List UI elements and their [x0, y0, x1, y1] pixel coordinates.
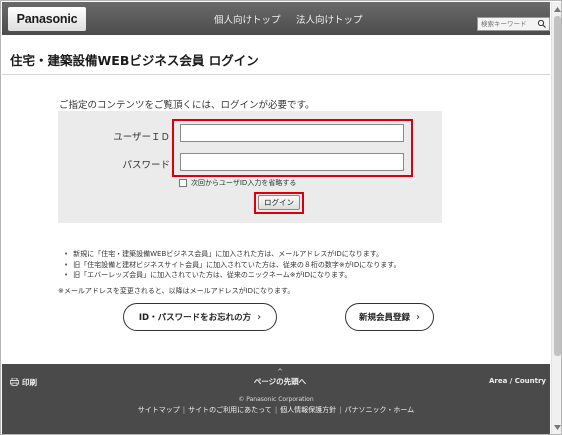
chevron-up-icon: ^	[277, 368, 283, 376]
vertical-scrollbar[interactable]	[551, 2, 561, 434]
password-input[interactable]	[180, 153, 404, 171]
separator: |	[274, 406, 278, 414]
footer-link-terms[interactable]: サイトのご利用にあたって	[188, 406, 272, 414]
area-country-link[interactable]: Area / Country	[489, 377, 546, 385]
list-item: 新規に「住宅・建築設備WEBビジネス会員」に加入された方は、メールアドレスがID…	[64, 249, 401, 260]
browser-page: Panasonic 個人向けトップ 法人向けトップ 住宅・建築設備WEBビジネス…	[0, 0, 562, 435]
chevron-right-icon: ›	[416, 311, 420, 323]
nav-corporate-top[interactable]: 法人向けトップ	[296, 12, 363, 26]
page-title: 住宅・建築設備WEBビジネス会員 ログイン	[10, 53, 259, 68]
title-divider	[2, 74, 550, 75]
site-footer: 印刷 ^ ページの先頭へ Area / Country © Panasonic …	[2, 364, 550, 434]
remember-id-option[interactable]: 次回からユーザID入力を省略する	[179, 178, 296, 188]
nav-personal-top[interactable]: 個人向けトップ	[214, 12, 281, 26]
scroll-down-arrow[interactable]	[553, 423, 561, 432]
password-label: パスワード	[122, 160, 170, 171]
login-button[interactable]: ログイン	[258, 195, 300, 210]
search-input[interactable]	[478, 18, 536, 30]
footer-links: サイトマップ | サイトのご利用にあたって | 個人情報保護方針 | パナソニック・ホーム	[2, 405, 550, 415]
scroll-thumb[interactable]	[554, 16, 561, 356]
back-to-top-label: ページの先頭へ	[253, 377, 307, 386]
footer-link-sitemap[interactable]: サイトマップ	[138, 406, 180, 414]
remember-id-checkbox[interactable]	[179, 179, 187, 187]
userid-label: ユーザーＩＤ	[113, 132, 170, 143]
list-item: 旧「エバーレッズ会員」に加入されていた方は、従来のニックネーム※がIDになります…	[64, 270, 401, 281]
separator: |	[339, 406, 342, 414]
forgot-credentials-label: ID・パスワードをお忘れの方	[138, 313, 252, 323]
remember-id-label: 次回からユーザID入力を省略する	[191, 179, 297, 187]
forgot-credentials-button[interactable]: ID・パスワードをお忘れの方 ›	[123, 303, 277, 331]
search-icon[interactable]	[536, 18, 548, 30]
print-link[interactable]: 印刷	[10, 377, 37, 388]
scroll-up-arrow[interactable]	[553, 5, 561, 14]
footer-link-privacy[interactable]: 個人情報保護方針	[280, 406, 336, 414]
userid-input[interactable]	[180, 124, 404, 142]
id-notes-list: 新規に「住宅・建築設備WEBビジネス会員」に加入された方は、メールアドレスがID…	[64, 249, 401, 281]
email-change-note: ※メールアドレスを変更されると、以降はメールアドレスがIDになります。	[58, 287, 295, 295]
search-box	[477, 17, 550, 31]
copyright: © Panasonic Corporation	[238, 396, 314, 403]
chevron-right-icon: ›	[257, 311, 262, 323]
separator: |	[182, 406, 186, 414]
printer-icon	[10, 377, 19, 388]
register-label: 新規会員登録	[358, 313, 410, 323]
list-item: 旧「住宅設備と建材ビジネスサイト会員」に加入されていた方は、従来の８桁の数字※が…	[64, 260, 400, 271]
print-label: 印刷	[22, 378, 37, 387]
panasonic-logo[interactable]: Panasonic	[8, 7, 86, 31]
site-header: Panasonic 個人向けトップ 法人向けトップ	[2, 2, 550, 35]
footer-link-home[interactable]: パナソニック・ホーム	[345, 406, 415, 414]
login-required-notice: ご指定のコンテンツをご覧頂くには、ログインが必要です。	[59, 100, 315, 111]
register-button[interactable]: 新規会員登録 ›	[345, 303, 434, 331]
back-to-top-link[interactable]: ^ ページの先頭へ	[250, 369, 310, 387]
